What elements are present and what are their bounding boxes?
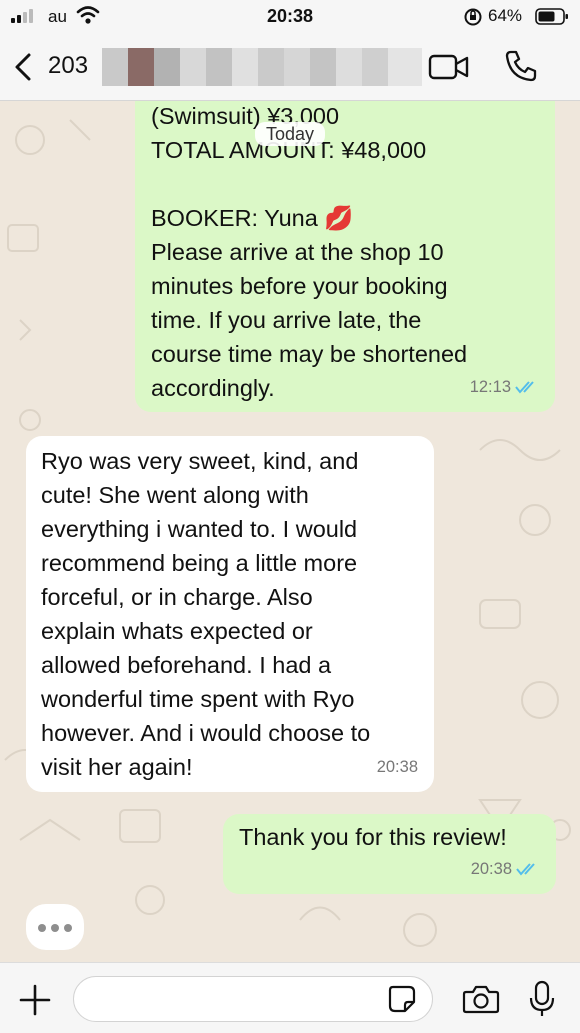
message-bubble-outgoing[interactable]: Thank you for this review! 20:38 — [223, 814, 556, 894]
composer-bar — [0, 962, 580, 1033]
contact-name[interactable]: 203 — [48, 52, 88, 80]
message-bubble-outgoing[interactable]: (Swimsuit) ¥3,000 TOTAL AMOUNT: ¥48,000 … — [135, 60, 555, 412]
chat-header: 203 — [0, 34, 580, 101]
sticker-icon[interactable] — [387, 984, 417, 1014]
battery-icon — [535, 8, 568, 25]
message-bubble-incoming[interactable]: Ryo was very sweet, kind, and cute! She … — [26, 436, 434, 792]
typing-indicator — [26, 904, 84, 950]
microphone-icon[interactable] — [528, 980, 556, 1018]
voice-call-icon[interactable] — [504, 49, 538, 83]
read-receipt-icon — [516, 863, 535, 876]
message-input[interactable] — [73, 976, 433, 1022]
back-icon[interactable] — [12, 52, 34, 82]
read-receipt-icon — [515, 381, 534, 394]
message-meta: 20:38 — [471, 852, 540, 886]
battery-percent: 64% — [488, 6, 523, 25]
message-text: Ryo was very sweet, kind, and cute! She … — [41, 448, 371, 780]
message-text: Thank you for this review! — [239, 824, 507, 850]
message-time: 20:38 — [376, 758, 418, 776]
camera-icon[interactable] — [462, 983, 500, 1015]
message-time: 12:13 — [469, 378, 511, 396]
message-meta: 20:38 — [377, 750, 418, 784]
orientation-lock-icon — [464, 8, 482, 26]
status-bar: au 20:38 64% — [0, 0, 580, 34]
message-text: (Swimsuit) ¥3,000 TOTAL AMOUNT: ¥48,000 … — [151, 103, 468, 401]
plus-icon[interactable] — [18, 983, 52, 1017]
message-time: 20:38 — [470, 860, 512, 878]
message-meta: 12:13 — [470, 370, 539, 404]
redacted-contact-info — [102, 48, 422, 86]
date-chip: Today — [255, 122, 325, 146]
video-call-icon[interactable] — [428, 52, 470, 82]
